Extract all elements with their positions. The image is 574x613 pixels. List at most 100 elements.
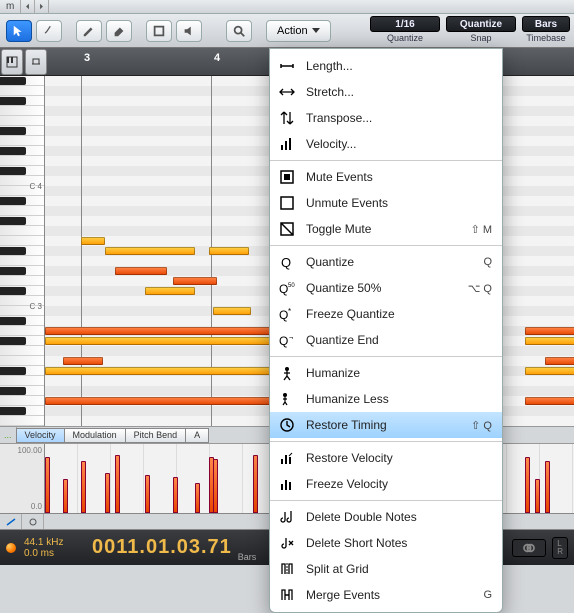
- velocity-bar[interactable]: [545, 461, 550, 513]
- menu-item-label: Quantize End: [306, 333, 482, 347]
- midi-note[interactable]: [45, 367, 270, 375]
- midi-note[interactable]: [213, 307, 251, 315]
- menu-item-velocity[interactable]: Velocity...: [270, 131, 502, 157]
- transpose-icon: [278, 109, 296, 127]
- velocity-bar[interactable]: [195, 483, 200, 513]
- midi-note[interactable]: [63, 357, 103, 365]
- lane-line-button[interactable]: [0, 514, 22, 529]
- midi-note[interactable]: [105, 247, 195, 255]
- velocity-bar[interactable]: [105, 473, 110, 513]
- timebase-label: Timebase: [526, 33, 565, 43]
- humanize-icon: [278, 364, 296, 382]
- restorev-icon: [278, 449, 296, 467]
- menu-item-muteev[interactable]: Mute Events: [270, 164, 502, 190]
- menu-item-label: Velocity...: [306, 137, 482, 151]
- listen-tool-button[interactable]: [176, 20, 202, 42]
- togmute-icon: [278, 220, 296, 238]
- velocity-bar[interactable]: [81, 461, 86, 513]
- transport-time[interactable]: 0011.01.03.71: [92, 536, 232, 559]
- midi-note[interactable]: [525, 397, 574, 405]
- menu-item-split[interactable]: Split at Grid: [270, 556, 502, 582]
- midi-note[interactable]: [209, 247, 249, 255]
- velocity-bar[interactable]: [115, 455, 120, 513]
- lane-modulation-tab[interactable]: Modulation: [64, 428, 126, 443]
- menu-item-label: Toggle Mute: [306, 222, 461, 236]
- quantize-button[interactable]: Quantize: [446, 16, 516, 32]
- midi-note[interactable]: [173, 277, 217, 285]
- menu-item-delshort[interactable]: Delete Short Notes: [270, 530, 502, 556]
- menu-item-restoret[interactable]: Restore Timing⇧ Q: [270, 412, 502, 438]
- velocity-bar[interactable]: [45, 457, 50, 513]
- menu-item-restorev[interactable]: Restore Velocity: [270, 445, 502, 471]
- lane-pitchbend-tab[interactable]: Pitch Bend: [125, 428, 187, 443]
- midi-note[interactable]: [81, 237, 105, 245]
- menu-item-label: Quantize 50%: [306, 281, 458, 295]
- lane-more-button[interactable]: ...: [0, 427, 17, 443]
- menu-item-humanize[interactable]: Humanize: [270, 360, 502, 386]
- svg-text:*: *: [288, 307, 291, 316]
- midi-note[interactable]: [45, 397, 270, 405]
- velocity-bar[interactable]: [253, 455, 258, 513]
- menu-item-togmute[interactable]: Toggle Mute⇧ M: [270, 216, 502, 242]
- menu-item-quantize[interactable]: QQuantizeQ: [270, 249, 502, 275]
- velocity-bar[interactable]: [535, 479, 540, 513]
- midi-note[interactable]: [45, 337, 270, 345]
- menu-item-length[interactable]: Length...: [270, 53, 502, 79]
- loop-button[interactable]: [512, 539, 546, 557]
- menu-item-label: Restore Velocity: [306, 451, 482, 465]
- search-tool-button[interactable]: [226, 20, 252, 42]
- svg-text:Q: Q: [279, 334, 288, 348]
- menu-item-humanless[interactable]: Humanize Less: [270, 386, 502, 412]
- arrow-tool-button[interactable]: [6, 20, 32, 42]
- velocity-bar[interactable]: [173, 477, 178, 513]
- menu-item-unmuteev[interactable]: Unmute Events: [270, 190, 502, 216]
- length-icon: [278, 57, 296, 75]
- lane-velocity-tab[interactable]: Velocity: [16, 428, 65, 443]
- draw-tool-button[interactable]: [76, 20, 102, 42]
- midi-note[interactable]: [145, 287, 195, 295]
- drum-view-button[interactable]: [25, 49, 47, 75]
- menu-item-label: Freeze Quantize: [306, 307, 482, 321]
- erase-tool-button[interactable]: [106, 20, 132, 42]
- mute-tool-button[interactable]: [146, 20, 172, 42]
- channel-lr-indicator: L R: [552, 537, 568, 559]
- menu-item-freezev[interactable]: Freeze Velocity: [270, 471, 502, 497]
- snap-label: Snap: [470, 33, 491, 43]
- menu-item-quant50[interactable]: Q50Quantize 50%⌥ Q: [270, 275, 502, 301]
- menu-item-merge[interactable]: Merge EventsG: [270, 582, 502, 608]
- grid-value-button[interactable]: 1/16: [370, 16, 440, 32]
- lane-aftertouch-tab[interactable]: A: [185, 428, 209, 443]
- scroll-right-icon[interactable]: [35, 0, 49, 14]
- velocity-bar[interactable]: [525, 457, 530, 513]
- menu-item-deldbl[interactable]: Delete Double Notes: [270, 504, 502, 530]
- menu-item-label: Delete Double Notes: [306, 510, 482, 524]
- midi-note[interactable]: [115, 267, 167, 275]
- midi-note[interactable]: [525, 327, 574, 335]
- midi-note[interactable]: [45, 327, 270, 335]
- velocity-bar[interactable]: [213, 459, 218, 513]
- key-label: C 4: [30, 182, 42, 191]
- midi-note[interactable]: [525, 337, 574, 345]
- midi-note[interactable]: [545, 357, 574, 365]
- scroll-left-icon[interactable]: [21, 0, 35, 14]
- lane-toggle-button[interactable]: [22, 514, 44, 529]
- menu-item-shortcut: G: [483, 589, 492, 601]
- timebase-button[interactable]: Bars: [522, 16, 570, 32]
- piano-keys[interactable]: C 4 C 3: [0, 76, 45, 426]
- record-indicator-icon: [6, 543, 16, 553]
- menu-item-qend[interactable]: Q¬Quantize End: [270, 327, 502, 353]
- midi-note[interactable]: [525, 367, 574, 375]
- menu-item-transpose[interactable]: Transpose...: [270, 105, 502, 131]
- menu-item-freezeq[interactable]: Q*Freeze Quantize: [270, 301, 502, 327]
- pin-tool-button[interactable]: [36, 20, 62, 42]
- menu-item-label: Quantize: [306, 255, 473, 269]
- velocity-bar[interactable]: [63, 479, 68, 513]
- action-menu-button[interactable]: Action: [266, 20, 331, 42]
- svg-text:50: 50: [288, 283, 295, 289]
- velocity-bar[interactable]: [145, 475, 150, 513]
- menu-item-stretch[interactable]: Stretch...: [270, 79, 502, 105]
- piano-view-button[interactable]: [1, 49, 23, 75]
- menu-separator: [270, 500, 502, 501]
- menu-item-label: Stretch...: [306, 85, 482, 99]
- velocity-max: 100.00: [0, 446, 42, 455]
